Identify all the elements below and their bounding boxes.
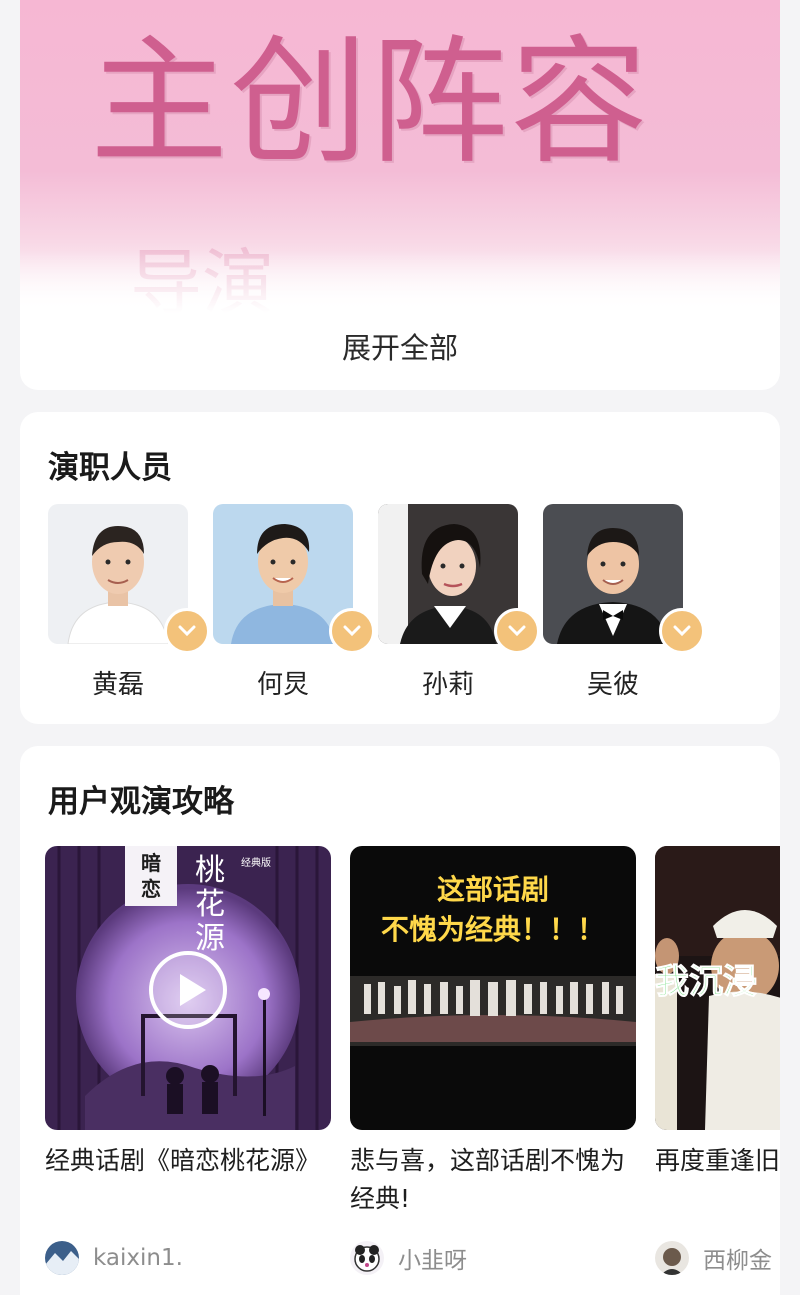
author-name: kaixin1.: [93, 1245, 183, 1271]
cast-name: 黄磊: [91, 670, 144, 700]
guide-thumbnail: 暗 恋 桃 花 源 经典版: [45, 846, 331, 1130]
guides-section-title: 用户观演攻略: [48, 784, 234, 820]
thumb-caption-line: 不愧为经典！！！: [380, 913, 605, 946]
cast-name: 何炅: [256, 670, 309, 700]
thumb-caption-line: 我沉浸: [655, 962, 758, 1003]
chevron-down-icon: [329, 608, 375, 654]
guide-author[interactable]: 小韭呀: [350, 1238, 636, 1278]
guide-card[interactable]: 暗 恋 桃 花 源 经典版 经典话剧《暗恋桃花源》 kaixin1.: [45, 846, 331, 1286]
cast-name: 吴彼: [586, 670, 639, 700]
cast-section-title: 演职人员: [48, 450, 172, 486]
guide-title: 悲与喜，这部话剧不愧为经典!: [350, 1146, 626, 1213]
guide-author[interactable]: kaixin1.: [45, 1238, 331, 1278]
guide-card[interactable]: 这部话剧 不愧为经典！！！ 悲与喜，这部话剧不愧为经典! 小韭呀: [350, 846, 636, 1286]
chevron-down-icon: [659, 608, 705, 654]
cast-member[interactable]: 吴彼: [543, 504, 705, 704]
guide-title: 经典话剧《暗恋桃花源》: [45, 1146, 321, 1175]
guide-author[interactable]: 西柳金: [655, 1238, 780, 1278]
cast-name: 孙莉: [421, 670, 474, 700]
author-name: 小韭呀: [398, 1248, 467, 1274]
svg-text:花: 花: [195, 887, 225, 922]
creative-team-card: 主创阵容 导演 展开全部: [20, 0, 780, 390]
svg-text:恋: 恋: [141, 877, 161, 901]
chevron-down-icon: [494, 608, 540, 654]
guide-thumbnail: 这部话剧 不愧为经典！！！: [350, 846, 636, 1130]
guide-title: 再度重逢旧: [655, 1146, 780, 1175]
creative-team-banner: 主创阵容 导演: [20, 0, 780, 325]
guide-card[interactable]: 我沉浸 再度重逢旧 西柳金: [655, 846, 780, 1286]
cast-card: 演职人员 黄磊 何炅 孙莉 吴彼: [20, 412, 780, 724]
play-icon[interactable]: [148, 950, 228, 1030]
svg-text:经典版: 经典版: [241, 856, 271, 869]
banner-title: 主创阵容: [90, 22, 651, 183]
svg-text:暗: 暗: [141, 851, 161, 875]
author-name: 西柳金: [703, 1248, 772, 1274]
cast-member[interactable]: 何炅: [213, 504, 375, 704]
avatar: [45, 1241, 79, 1275]
guide-thumbnail: 我沉浸: [655, 846, 780, 1130]
avatar: [655, 1241, 689, 1275]
cast-member[interactable]: 孙莉: [378, 504, 540, 704]
viewing-guides-card: 用户观演攻略 暗 恋 桃 花 源 经典版 经典话剧《暗恋桃花源》 kaixin1…: [20, 746, 780, 1295]
expand-all-button[interactable]: 展开全部: [20, 322, 780, 374]
avatar: [350, 1241, 384, 1275]
banner-fade: [20, 250, 780, 320]
thumb-caption-line: 这部话剧: [436, 873, 549, 906]
chevron-down-icon: [164, 608, 210, 654]
svg-text:桃: 桃: [195, 853, 225, 888]
cast-member[interactable]: 黄磊: [48, 504, 210, 704]
